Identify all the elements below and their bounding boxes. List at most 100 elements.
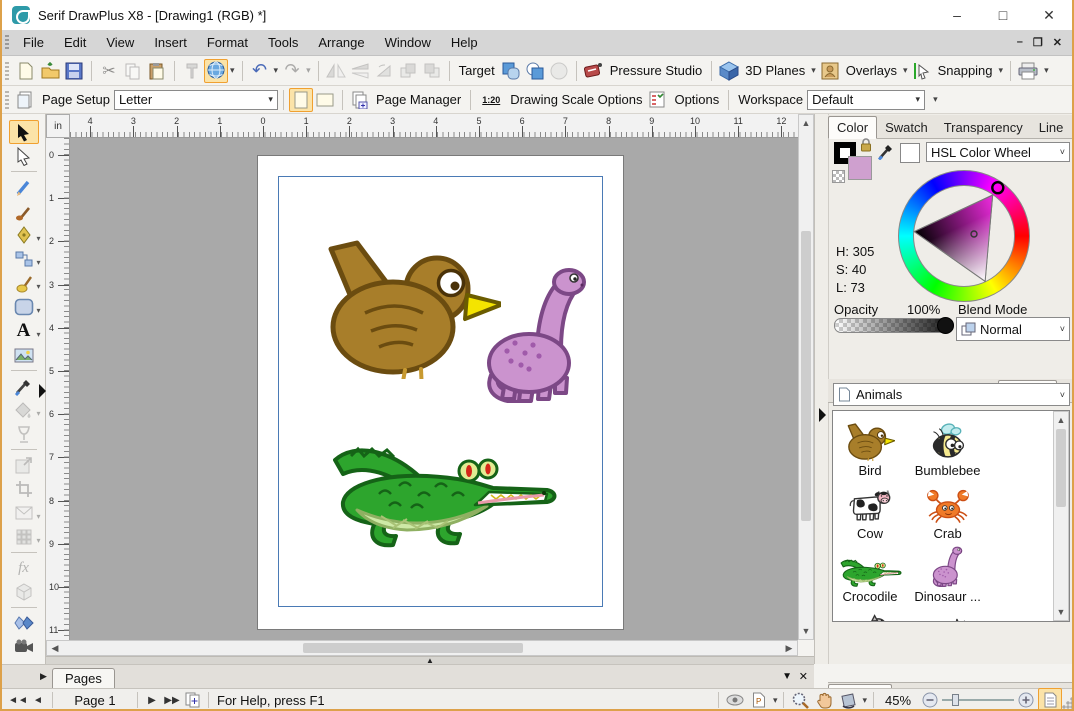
gallery-item-donkey[interactable]: Donkey [911,604,985,622]
scroll-up-icon[interactable]: ▲ [799,116,813,130]
canvas-h-scrollbar[interactable]: ◀ ▶ [46,640,798,656]
fill-brush-tool[interactable]: ▾ [9,271,39,295]
gallery-category-dropdown-icon[interactable]: ˅ [1056,390,1065,400]
cut-icon[interactable]: ✂ [97,59,121,83]
menu-file[interactable]: File [13,32,54,53]
fill-tool[interactable]: ▾ [9,398,39,422]
pan-tool-icon[interactable] [812,688,836,711]
canvas-v-scrollbar[interactable]: ▲ ▼ [798,114,814,640]
menu-insert[interactable]: Insert [144,32,197,53]
next-page-icon[interactable]: ▶ [142,695,162,706]
zoom-slider-thumb[interactable] [952,694,959,706]
table-tool[interactable]: ▾ [9,525,39,549]
target-add-icon[interactable] [499,59,523,83]
toolbar-overflow-icon[interactable]: ▾ [1042,65,1051,76]
connector-tool[interactable]: ▾ [9,247,39,271]
pen-tool[interactable]: ▾ [9,223,39,247]
doc-minimize-icon[interactable]: – [1017,36,1023,49]
zoom-readout[interactable]: 45% [878,693,918,708]
previous-page-icon[interactable]: ◄ [28,695,48,706]
pencil-tool[interactable] [9,175,39,199]
doc-restore-icon[interactable]: ❐ [1033,36,1043,49]
blend-mode-combo[interactable]: Normal ˅ [956,317,1070,341]
blend-mode-dropdown-icon[interactable]: ˅ [1056,324,1065,334]
rotate-canvas-dropdown-icon[interactable]: ▾ [860,695,869,706]
send-backward-icon[interactable] [420,59,444,83]
toolbar-grip[interactable] [5,62,9,80]
gallery-item-crocodile[interactable]: Crocodile [833,541,907,604]
quick-shape-tool[interactable]: ▾ [9,295,39,319]
gallery-list[interactable]: Bird Bumblebee Cow Crab Crocodile Dinosa… [832,410,1070,622]
drawing-crocodile[interactable] [321,438,561,548]
transparency-tool[interactable] [9,422,39,446]
open-icon[interactable] [38,59,62,83]
h-scroll-thumb[interactable] [303,643,523,653]
hyperlink-globe-icon[interactable] [204,59,228,83]
hue-selector[interactable] [992,182,1003,193]
gallery-category-combo[interactable]: Animals ˅ [833,383,1070,406]
menu-view[interactable]: View [96,32,144,53]
filter-effects-tool[interactable]: fx [9,556,39,580]
rotate-canvas-icon[interactable] [836,688,860,711]
workspace-dropdown-icon[interactable]: ▾ [912,94,921,105]
flip-horizontal-icon[interactable] [324,59,348,83]
close-icon[interactable]: ✕ [1026,7,1072,24]
drawing-scale-options-label[interactable]: Drawing Scale Options [506,92,646,107]
menu-edit[interactable]: Edit [54,32,96,53]
undo-icon[interactable]: ↶ [248,59,272,83]
zoom-slider[interactable] [942,692,1014,708]
paintbrush-tool[interactable] [9,199,39,223]
target-subtract-icon[interactable] [523,59,547,83]
menu-help[interactable]: Help [441,32,488,53]
redo-icon[interactable]: ↷ [280,59,304,83]
doc-close-icon[interactable]: ✕ [1053,36,1062,49]
gallery-item-dinosaur[interactable]: Dinosaur ... [911,541,985,604]
overlays-icon[interactable] [818,59,842,83]
copy-icon[interactable] [121,59,145,83]
panel-splitter[interactable] [814,114,828,664]
page-setup-label[interactable]: Page Setup [38,92,114,107]
resize-grip[interactable] [1062,697,1074,709]
crop-tool[interactable] [9,477,39,501]
hsl-color-wheel[interactable] [898,170,1030,302]
no-fill-swatch[interactable] [832,170,845,183]
maximize-icon[interactable]: □ [980,7,1026,24]
gallery-item-bird[interactable]: Bird [833,415,907,478]
format-painter-icon[interactable] [180,59,204,83]
color-eyedropper-icon[interactable] [878,142,896,160]
undo-dropdown-icon[interactable]: ▾ [272,65,281,76]
document-page[interactable] [257,155,624,630]
scroll-left-icon[interactable]: ◀ [48,641,62,655]
flip-vertical-icon[interactable] [348,59,372,83]
zoom-in-icon[interactable] [1014,688,1038,711]
page-setup-icon[interactable] [14,88,38,112]
h-ruler[interactable]: 43210123456789101112 [70,114,798,138]
page-toolbar-overflow-icon[interactable]: ▾ [931,94,940,105]
v-ruler[interactable]: 01234567891011 [46,138,70,640]
snapping-dropdown-icon[interactable]: ▾ [997,65,1006,76]
3d-planes-label[interactable]: 3D Planes [741,63,809,78]
tab-line[interactable]: Line [1031,117,1072,138]
3d-planes-dropdown-icon[interactable]: ▾ [809,65,818,76]
pressure-studio-icon[interactable] [582,59,606,83]
workspace-combo[interactable]: Default ▾ [807,90,925,110]
gallery-item-bumblebee[interactable]: Bumblebee [911,415,985,478]
preview-mode-dropdown-icon[interactable]: ▾ [771,695,780,706]
3d-planes-icon[interactable] [717,59,741,83]
page-size-dropdown-icon[interactable]: ▾ [264,94,273,105]
print-icon[interactable] [1016,59,1040,83]
snapping-icon[interactable] [910,59,934,83]
panel-collapse-arrow[interactable] [818,408,827,422]
page-toolbar-grip[interactable] [5,91,9,109]
gallery-scroll-down-icon[interactable]: ▼ [1054,605,1068,619]
zoom-out-icon[interactable] [918,688,942,711]
opacity-slider[interactable] [834,318,954,333]
pages-tab[interactable]: Pages [52,668,115,688]
gallery-item-dog[interactable]: Dog [833,604,907,622]
text-tool[interactable]: A▾ [9,319,39,343]
page-size-combo[interactable]: Letter ▾ [114,90,278,110]
zoom-tool-icon[interactable] [788,688,812,711]
animation-tool[interactable] [9,635,39,659]
add-page-icon[interactable] [182,688,204,711]
overlays-dropdown-icon[interactable]: ▾ [901,65,910,76]
